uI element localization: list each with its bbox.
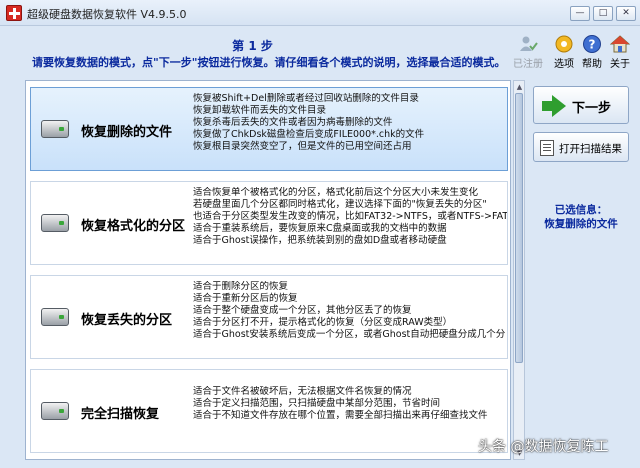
registered-button: 已注册 [512,34,544,70]
mode-description: 适合于文件名被破坏后，无法根据文件名恢复的情况 适合于定义扫描范围，只扫描硬盘中… [193,386,507,422]
open-scan-result-label: 打开扫描结果 [559,143,622,155]
registered-user-icon [520,36,538,51]
mode-desc-line: 若硬盘里面几个分区都同时格式化，建议选择下面的"恢复丢失的分区" [193,199,487,210]
restore-button[interactable]: □ [593,6,613,21]
mode-desc-line: 适合于整个硬盘变成一个分区，其他分区丢了的恢复 [193,305,412,316]
document-icon [540,140,554,156]
mode-item-recover-formatted[interactable]: 恢复格式化的分区 适合恢复单个被格式化的分区，格式化前后这个分区大小未发生变化 … [30,181,508,265]
mode-desc-line: 适合于文件名被破坏后，无法根据文件名恢复的情况 [193,386,412,397]
minimize-button[interactable]: — [570,6,590,21]
hard-disk-icon [41,120,69,138]
registered-label: 已注册 [513,59,543,70]
mode-list: 恢复删除的文件 恢复被Shift+Del删除或者经过回收站删除的文件目录 恢复卸… [25,80,511,460]
arrow-right-icon [542,95,566,117]
mode-desc-line: 恢复做了ChkDsk磁盘检查后变成FILE000*.chk的文件 [193,129,425,140]
mode-desc-line: 恢复根目录突然变空了，但是文件的已用空间还占用 [193,141,412,152]
mode-desc-line: 恢复被Shift+Del删除或者经过回收站删除的文件目录 [193,93,419,104]
mode-item-recover-lost-partition[interactable]: 恢复丢失的分区 适合于删除分区的恢复 适合于重新分区后的恢复 适合于整个硬盘变成… [30,275,508,359]
mode-title: 完全扫描恢复 [81,407,160,422]
mode-description: 适合于删除分区的恢复 适合于重新分区后的恢复 适合于整个硬盘变成一个分区，其他分… [193,281,507,341]
selection-info: 已选信息： 恢复删除的文件 [527,203,635,231]
mode-desc-line: 适合于删除分区的恢复 [193,281,289,292]
close-button[interactable]: ✕ [616,6,636,21]
selection-info-value: 恢复删除的文件 [544,218,618,230]
mode-desc-line: 适合于分区打不开，提示格式化的恢复（分区变成RAW类型） [193,317,453,328]
mode-item-full-scan[interactable]: 完全扫描恢复 适合于文件名被破坏后，无法根据文件名恢复的情况 适合于定义扫描范围… [30,369,508,453]
watermark: 头条 @数据恢复陈工 [478,439,609,455]
mode-desc-line: 适合于重装系统后，要恢复原来C盘桌面或我的文档中的数据 [193,223,447,234]
hard-disk-icon [41,214,69,232]
mode-item-recover-deleted[interactable]: 恢复删除的文件 恢复被Shift+Del删除或者经过回收站删除的文件目录 恢复卸… [30,87,508,171]
selection-info-label: 已选信息： [554,204,608,216]
scroll-thumb[interactable] [515,93,523,363]
mode-desc-line: 适合于重新分区后的恢复 [193,293,298,304]
mode-desc-line: 适合于Ghost安装系统后变成一个分区，或者Ghost自动把硬盘分成几个分 [193,329,506,340]
mode-title: 恢复格式化的分区 [81,219,186,234]
mode-list-scrollbar[interactable]: ▲ ▼ [513,80,525,460]
mode-desc-line: 适合于不知道文件存放在哪个位置，需要全部扫描出来再仔细查找文件 [193,410,488,421]
hard-disk-icon [41,308,69,326]
window-title: 超级硬盘数据恢复软件 V4.9.5.0 [27,8,187,21]
scroll-up-arrow-icon[interactable]: ▲ [515,82,524,92]
step-heading: 第 1 步 [232,39,273,53]
hard-disk-icon [41,402,69,420]
mode-desc-line: 也适合于分区类型发生改变的情况，比如FAT32->NTFS，或者NTFS->FA… [193,211,507,222]
mode-description: 恢复被Shift+Del删除或者经过回收站删除的文件目录 恢复卸载软件而丢失的文… [193,93,507,153]
open-scan-result-button[interactable]: 打开扫描结果 [533,132,629,162]
home-icon [610,35,630,53]
app-logo-icon [6,5,22,21]
mode-title: 恢复丢失的分区 [81,313,173,328]
mode-desc-line: 恢复卸载软件而丢失的文件目录 [193,105,327,116]
title-bar: 超级硬盘数据恢复软件 V4.9.5.0 — □ ✕ [0,0,640,26]
next-step-button[interactable]: 下一步 [533,86,629,124]
mode-title: 恢复删除的文件 [81,125,173,140]
gear-icon [555,35,573,53]
instruction-text: 请要恢复数据的模式，点"下一步"按钮进行恢复。请仔细看各个模式的说明，选择最合适… [32,56,506,69]
about-button[interactable]: 关于 [604,34,636,70]
mode-desc-line: 适合于Ghost误操作，把系统装到别的盘如D盘或者移动硬盘 [193,235,447,246]
svg-text:?: ? [589,38,596,52]
mode-desc-line: 适合恢复单个被格式化的分区，格式化前后这个分区大小未发生变化 [193,187,479,198]
next-step-label: 下一步 [572,101,612,116]
mode-desc-line: 适合于定义扫描范围，只扫描硬盘中某部分范围，节省时间 [193,398,441,409]
mode-desc-line: 恢复杀毒后丢失的文件或者因为病毒删除的文件 [193,117,393,128]
help-icon: ? [583,35,601,53]
mode-description: 适合恢复单个被格式化的分区，格式化前后这个分区大小未发生变化 若硬盘里面几个分区… [193,187,507,247]
about-label: 关于 [610,59,630,70]
